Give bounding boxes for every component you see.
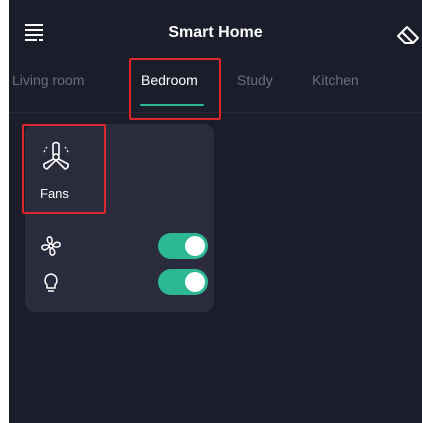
- toggle-knob: [185, 236, 205, 256]
- toggle-knob: [185, 272, 205, 292]
- fan-toggle[interactable]: [158, 233, 208, 259]
- fans-tile-highlight: [22, 124, 106, 214]
- tab-study[interactable]: Study: [237, 72, 273, 88]
- app-header: Smart Home: [9, 0, 422, 66]
- tab-living-room[interactable]: Living room: [12, 72, 84, 88]
- bedroom-tab-highlight: [129, 58, 221, 120]
- light-toggle[interactable]: [158, 269, 208, 295]
- eraser-icon[interactable]: [394, 20, 422, 48]
- app-screen: Smart Home Living room Bedroom Study Kit…: [9, 0, 422, 423]
- page-title: Smart Home: [168, 24, 263, 41]
- fan-icon: [41, 236, 61, 256]
- lightbulb-icon: [44, 273, 58, 292]
- tab-kitchen[interactable]: Kitchen: [312, 72, 359, 88]
